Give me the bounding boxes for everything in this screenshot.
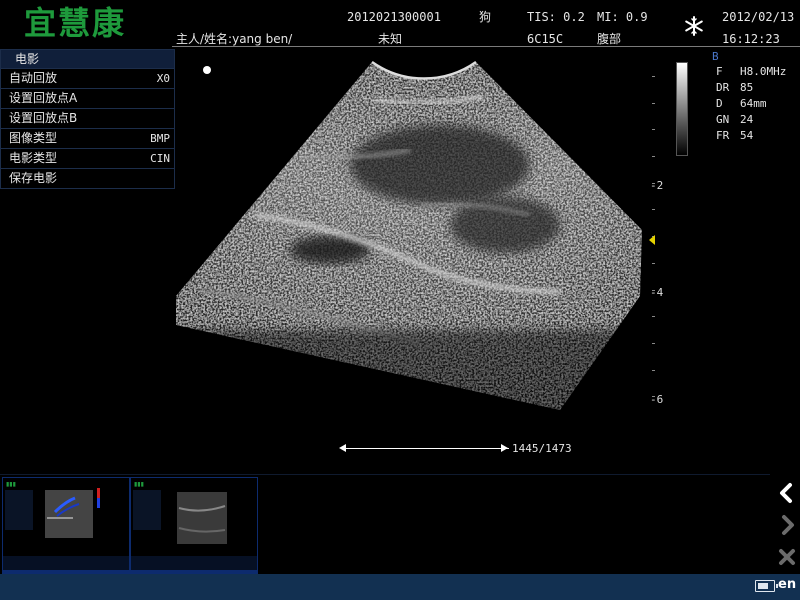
depth-tick bbox=[652, 370, 655, 371]
close-icon[interactable] bbox=[776, 546, 798, 568]
grayscale-bar bbox=[676, 62, 688, 156]
menu-item-label: 设置回放点B bbox=[9, 111, 78, 125]
menu-item-value: BMP bbox=[150, 132, 170, 145]
brand-logo: 宜慧康 bbox=[24, 4, 127, 42]
imaging-params: B F H8.0MHz DR 85 D 64mm GN 24 FR 54 bbox=[710, 50, 786, 144]
depth-tick bbox=[652, 209, 655, 210]
menu-item-value: CIN bbox=[150, 152, 170, 165]
exam-region: 腹部 bbox=[597, 32, 622, 46]
frame-counter: 1445/1473 bbox=[512, 442, 572, 455]
imaging-mode: B bbox=[712, 50, 719, 63]
depth-tick bbox=[652, 316, 655, 317]
menu-item-set-point-a[interactable]: 设置回放点A bbox=[1, 88, 174, 108]
menu-item-label: 电影类型 bbox=[9, 151, 58, 165]
depth-label: -4 bbox=[650, 286, 664, 299]
thumbnail-color-doppler[interactable]: ▮▮▮ bbox=[2, 477, 130, 575]
chevron-right-icon[interactable] bbox=[776, 514, 798, 536]
thumbnail-b-mode[interactable]: ▮▮▮ bbox=[130, 477, 258, 575]
cine-end-marker[interactable] bbox=[501, 444, 508, 452]
battery-icon bbox=[755, 580, 778, 592]
cine-menu-title: 电影 bbox=[1, 50, 174, 68]
probe-model: 6C15C bbox=[527, 32, 564, 46]
param-row-depth: D 64mm bbox=[710, 96, 786, 112]
thumbnail-strip: ▮▮▮ ▮▮▮ bbox=[0, 474, 770, 575]
cine-menu: 电影 自动回放 X0 设置回放点A 设置回放点B 图像类型 BMP 电影类型 C… bbox=[0, 49, 175, 189]
header-divider bbox=[172, 46, 800, 47]
exam-date: 2012/02/13 bbox=[722, 10, 795, 24]
snowflake-icon bbox=[685, 16, 703, 36]
menu-item-value: X0 bbox=[156, 72, 170, 85]
thumbnail-logo: ▮▮▮ bbox=[134, 481, 144, 488]
depth-tick bbox=[652, 103, 655, 104]
param-value: 64mm bbox=[740, 97, 767, 110]
param-key: D bbox=[716, 97, 723, 110]
depth-tick bbox=[652, 156, 655, 157]
thumbnail-logo: ▮▮▮ bbox=[6, 481, 16, 488]
depth-label: -6 bbox=[650, 393, 664, 406]
param-row-gain: GN 24 bbox=[710, 112, 786, 128]
param-value: H8.0MHz bbox=[740, 65, 787, 78]
mi-value: MI: 0.9 bbox=[597, 10, 648, 24]
ultrasound-screen: 宜慧康 2012021300001 狗 TIS: 0.2 MI: 0.9 201… bbox=[0, 0, 800, 600]
thumbnail-preview-image: ▮▮▮ bbox=[3, 478, 129, 574]
menu-item-save-cine[interactable]: 保存电影 bbox=[1, 168, 174, 188]
param-value: 24 bbox=[740, 113, 754, 126]
menu-item-label: 图像类型 bbox=[9, 131, 58, 145]
menu-item-label: 设置回放点A bbox=[9, 91, 78, 105]
menu-item-cine-type[interactable]: 电影类型 CIN bbox=[1, 148, 174, 168]
depth-tick bbox=[652, 76, 655, 77]
param-row-frame-rate: FR 54 bbox=[710, 128, 786, 144]
species: 狗 bbox=[479, 10, 492, 24]
patient-gender: 未知 bbox=[378, 32, 403, 46]
param-value: 54 bbox=[740, 129, 754, 142]
param-row-dynamic-range: DR 85 bbox=[710, 80, 786, 96]
param-row-frequency: F H8.0MHz bbox=[710, 64, 786, 80]
status-bar bbox=[0, 574, 800, 600]
menu-item-label: 保存电影 bbox=[9, 171, 58, 185]
param-key: FR bbox=[716, 129, 730, 142]
thumbnail-preview-image: ▮▮▮ bbox=[131, 478, 257, 574]
probe-orientation-dot bbox=[203, 66, 211, 74]
cine-scrollbar[interactable] bbox=[343, 448, 509, 449]
depth-tick bbox=[652, 343, 655, 344]
exam-time: 16:12:23 bbox=[722, 32, 780, 46]
chevron-left-icon[interactable] bbox=[776, 482, 798, 504]
param-value: 85 bbox=[740, 81, 754, 94]
param-key: F bbox=[716, 65, 723, 78]
depth-tick bbox=[652, 129, 655, 130]
menu-item-label: 自动回放 bbox=[9, 71, 58, 85]
header-bar: 宜慧康 2012021300001 狗 TIS: 0.2 MI: 0.9 201… bbox=[0, 0, 800, 48]
depth-tick bbox=[652, 263, 655, 264]
menu-item-set-point-b[interactable]: 设置回放点B bbox=[1, 108, 174, 128]
tis-value: TIS: 0.2 bbox=[527, 10, 585, 24]
owner-name: 主人/姓名:yang ben/ bbox=[176, 32, 293, 46]
param-key: DR bbox=[716, 81, 730, 94]
menu-item-auto-replay[interactable]: 自动回放 X0 bbox=[1, 68, 174, 88]
cine-start-marker[interactable] bbox=[339, 444, 346, 452]
patient-id: 2012021300001 bbox=[347, 10, 441, 24]
depth-label: -2 bbox=[650, 179, 664, 192]
battery-level bbox=[758, 583, 768, 589]
language-indicator[interactable]: en bbox=[778, 577, 796, 592]
focus-marker[interactable] bbox=[649, 235, 655, 245]
menu-item-image-type[interactable]: 图像类型 BMP bbox=[1, 128, 174, 148]
param-key: GN bbox=[716, 113, 730, 126]
